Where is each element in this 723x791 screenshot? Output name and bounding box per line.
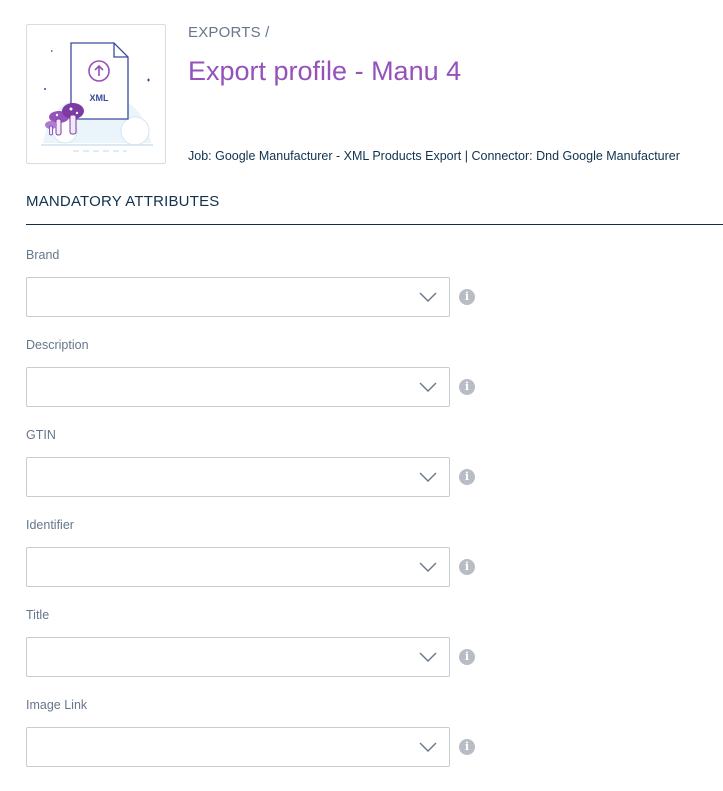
info-icon[interactable]: i	[459, 649, 475, 665]
info-icon[interactable]: i	[459, 559, 475, 575]
job-connector-info: Job: Google Manufacturer - XML Products …	[188, 149, 680, 163]
breadcrumb-exports-link[interactable]: EXPORTS /	[188, 24, 270, 41]
info-icon[interactable]: i	[459, 379, 475, 395]
description-select[interactable]	[26, 367, 450, 407]
field-label: Image Link	[26, 698, 88, 712]
info-icon[interactable]: i	[459, 739, 475, 755]
field-gtin: GTIN i	[26, 426, 486, 497]
page-title: Export profile - Manu 4	[188, 56, 462, 86]
chevron-down-icon	[419, 472, 437, 482]
breadcrumb: EXPORTS /	[188, 24, 270, 41]
field-label: Description	[26, 338, 89, 352]
field-label: Title	[26, 608, 50, 622]
field-title: Title i	[26, 606, 486, 677]
section-title: MANDATORY ATTRIBUTES	[26, 193, 220, 210]
gtin-select[interactable]	[26, 457, 450, 497]
image-link-select[interactable]	[26, 727, 450, 767]
field-brand: Brand i	[26, 246, 486, 317]
chevron-down-icon	[419, 382, 437, 392]
info-icon[interactable]: i	[459, 289, 475, 305]
chevron-down-icon	[419, 652, 437, 662]
field-label: Brand	[26, 248, 60, 262]
title-select[interactable]	[26, 637, 450, 677]
field-label: GTIN	[26, 428, 56, 442]
field-description: Description i	[26, 336, 486, 407]
chevron-down-icon	[419, 562, 437, 572]
identifier-select[interactable]	[26, 547, 450, 587]
field-label: Identifier	[26, 518, 74, 532]
field-image-link: Image Link i	[26, 696, 486, 767]
section-divider	[26, 224, 723, 225]
xml-label: XML	[90, 93, 110, 103]
field-identifier: Identifier i	[26, 516, 486, 587]
xml-file-illustration: XML	[41, 42, 153, 152]
chevron-down-icon	[419, 742, 437, 752]
export-thumbnail: XML	[26, 24, 166, 164]
brand-select[interactable]	[26, 277, 450, 317]
info-icon[interactable]: i	[459, 469, 475, 485]
chevron-down-icon	[419, 292, 437, 302]
